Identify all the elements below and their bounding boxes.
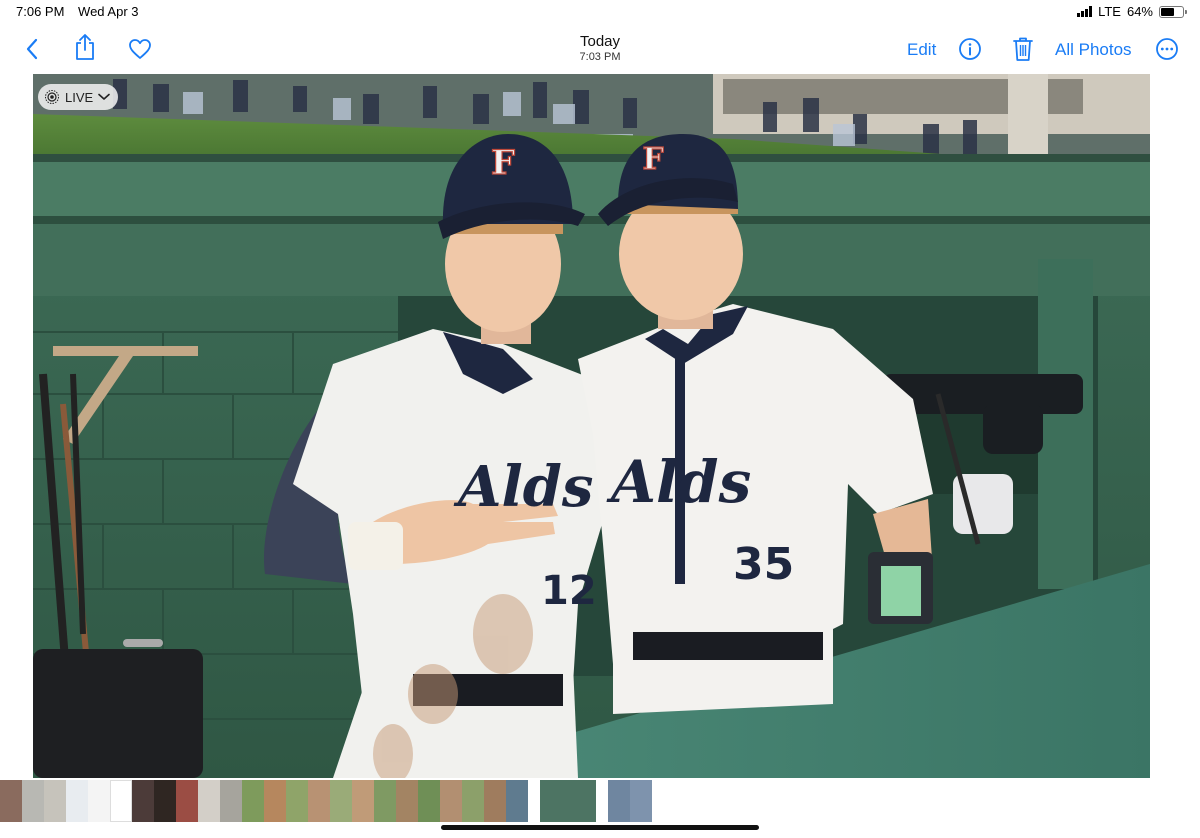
edit-button[interactable]: Edit: [907, 40, 936, 60]
live-photo-icon: [45, 90, 59, 104]
left-cap-letter: F: [491, 143, 515, 183]
all-photos-button[interactable]: All Photos: [1055, 40, 1132, 60]
status-datetime: 7:06 PM Wed Apr 3: [16, 4, 149, 19]
left-jersey-script: Alds: [453, 454, 593, 520]
filmstrip-thumbnail[interactable]: [462, 780, 484, 822]
right-jersey-script: Alds: [606, 448, 751, 516]
main-photo[interactable]: F F Alds Alds 12 35 LIVE: [33, 74, 1150, 778]
chevron-down-icon: [98, 93, 110, 100]
live-photo-toggle[interactable]: LIVE: [38, 84, 119, 110]
filmstrip-thumbnail[interactable]: [286, 780, 308, 822]
filmstrip-thumbnail[interactable]: [154, 780, 176, 822]
filmstrip-thumbnail[interactable]: [44, 780, 66, 822]
battery-icon: [1159, 5, 1187, 18]
battery-percent: 64%: [1126, 4, 1153, 19]
filmstrip-thumbnail[interactable]: [132, 780, 154, 822]
cellular-signal-icon: [1077, 6, 1093, 17]
status-date: Wed Apr 3: [78, 4, 139, 19]
filmstrip-thumbnail[interactable]: [630, 780, 652, 822]
left-jersey-number: 12: [541, 568, 597, 614]
filmstrip-thumbnail[interactable]: [374, 780, 396, 822]
status-bar: 7:06 PM Wed Apr 3 LTE 64%: [0, 0, 1200, 24]
filmstrip-thumbnail[interactable]: [66, 780, 88, 822]
right-jersey-number: 35: [733, 539, 794, 590]
filmstrip-thumbnail-current[interactable]: [540, 780, 596, 822]
filmstrip-thumbnail[interactable]: [506, 780, 528, 822]
filmstrip-thumbnail[interactable]: [0, 780, 22, 822]
filmstrip-thumbnail[interactable]: [220, 780, 242, 822]
filmstrip-thumbnail[interactable]: [264, 780, 286, 822]
home-indicator[interactable]: [441, 825, 759, 830]
photo-filmstrip[interactable]: [0, 780, 1200, 822]
filmstrip-thumbnail[interactable]: [176, 780, 198, 822]
filmstrip-thumbnail[interactable]: [484, 780, 506, 822]
filmstrip-thumbnail[interactable]: [352, 780, 374, 822]
filmstrip-thumbnail[interactable]: [110, 780, 132, 822]
filmstrip-thumbnail[interactable]: [608, 780, 630, 822]
filmstrip-thumbnail[interactable]: [88, 780, 110, 822]
more-icon[interactable]: [1154, 36, 1180, 62]
right-cap-letter: F: [642, 142, 663, 177]
filmstrip-thumbnail[interactable]: [22, 780, 44, 822]
status-indicators: LTE 64%: [1077, 4, 1187, 19]
photo-toolbar: Today 7:03 PM Edit All Photos: [0, 24, 1200, 74]
photo-scene: F F Alds Alds 12 35: [33, 74, 1150, 778]
status-time: 7:06 PM: [16, 4, 65, 19]
network-type: LTE: [1098, 4, 1121, 19]
live-label: LIVE: [65, 89, 94, 105]
filmstrip-spacer: [596, 780, 608, 822]
filmstrip-thumbnail[interactable]: [440, 780, 462, 822]
filmstrip-thumbnail[interactable]: [418, 780, 440, 822]
trash-icon[interactable]: [1010, 36, 1036, 62]
info-icon[interactable]: [957, 36, 983, 62]
filmstrip-thumbnail[interactable]: [330, 780, 352, 822]
filmstrip-thumbnail[interactable]: [396, 780, 418, 822]
battery-level: [1161, 7, 1175, 16]
filmstrip-thumbnail[interactable]: [242, 780, 264, 822]
filmstrip-thumbnail[interactable]: [198, 780, 220, 822]
filmstrip-thumbnail[interactable]: [308, 780, 330, 822]
